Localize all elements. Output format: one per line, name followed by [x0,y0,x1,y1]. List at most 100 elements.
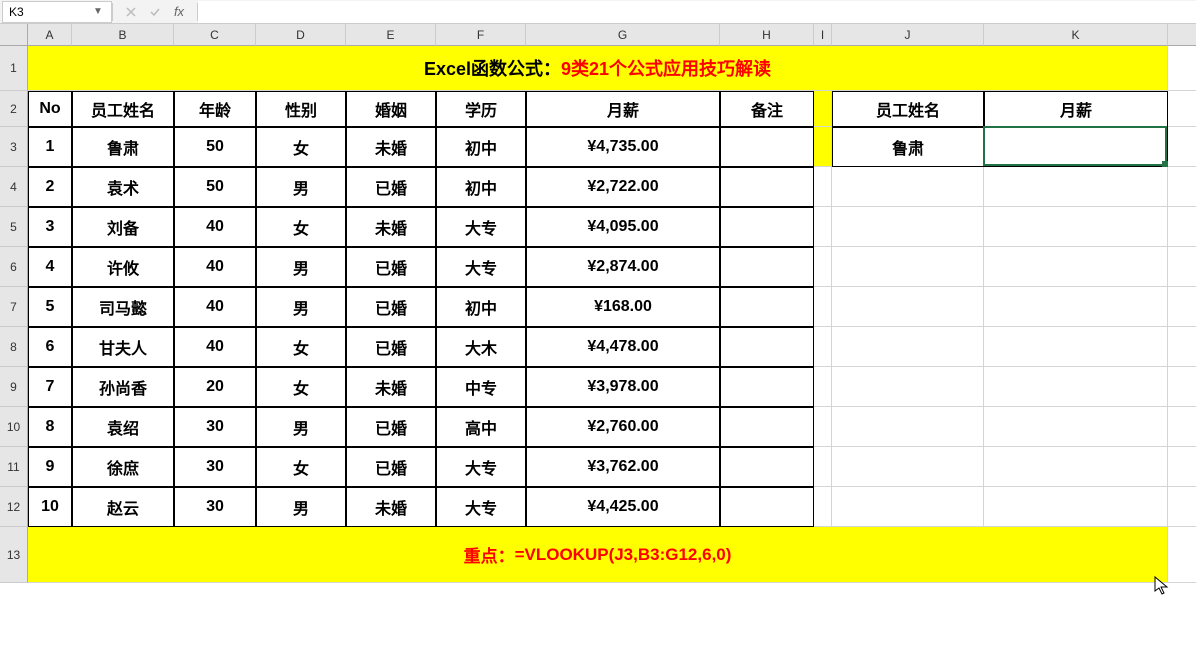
column-header[interactable]: H [720,24,814,46]
name-box-dropdown-icon[interactable]: ▼ [91,6,105,17]
data-cell[interactable]: 赵云 [72,487,174,527]
column-header[interactable]: B [72,24,174,46]
table-header-cell[interactable]: 员工姓名 [72,91,174,127]
data-cell[interactable]: 7 [28,367,72,407]
formula-input[interactable] [198,1,1196,23]
data-cell[interactable]: 男 [256,167,346,207]
data-cell[interactable]: ¥4,425.00 [526,487,720,527]
name-box[interactable]: K3 ▼ [2,1,112,23]
row-header[interactable]: 13 [0,527,28,583]
data-cell[interactable]: 2 [28,167,72,207]
empty-cell[interactable] [832,247,984,287]
data-cell[interactable]: ¥4,095.00 [526,207,720,247]
column-header[interactable]: C [174,24,256,46]
data-cell[interactable]: 50 [174,167,256,207]
data-cell[interactable]: 40 [174,287,256,327]
data-cell[interactable] [720,327,814,367]
spacer-cell[interactable] [814,247,832,287]
column-header[interactable]: A [28,24,72,46]
data-cell[interactable]: 女 [256,367,346,407]
empty-cell[interactable] [832,207,984,247]
column-header[interactable]: J [832,24,984,46]
empty-cell[interactable] [984,367,1168,407]
data-cell[interactable]: 9 [28,447,72,487]
data-cell[interactable]: 鲁肃 [72,127,174,167]
data-cell[interactable]: 8 [28,407,72,447]
data-cell[interactable] [720,287,814,327]
data-cell[interactable]: ¥2,722.00 [526,167,720,207]
spacer-cell[interactable] [814,367,832,407]
column-header[interactable]: E [346,24,436,46]
title-cell[interactable]: Excel函数公式：9类21个公式应用技巧解读 [28,46,1168,91]
spacer-cell[interactable] [814,127,832,167]
data-cell[interactable]: 大专 [436,207,526,247]
spacer-cell[interactable] [814,327,832,367]
spacer-cell[interactable] [814,287,832,327]
data-cell[interactable]: ¥3,762.00 [526,447,720,487]
data-cell[interactable]: 司马懿 [72,287,174,327]
cancel-icon[interactable] [123,4,139,20]
data-cell[interactable]: 已婚 [346,327,436,367]
row-header[interactable]: 8 [0,327,28,367]
data-cell[interactable]: 刘备 [72,207,174,247]
table-header-cell[interactable]: 年龄 [174,91,256,127]
data-cell[interactable]: 6 [28,327,72,367]
data-cell[interactable]: ¥2,874.00 [526,247,720,287]
table-header-cell[interactable]: 备注 [720,91,814,127]
column-header[interactable]: G [526,24,720,46]
data-cell[interactable]: 女 [256,327,346,367]
data-cell[interactable]: 女 [256,447,346,487]
empty-cell[interactable] [984,287,1168,327]
data-cell[interactable]: 10 [28,487,72,527]
data-cell[interactable] [720,487,814,527]
data-cell[interactable]: 男 [256,247,346,287]
column-header[interactable]: I [814,24,832,46]
data-cell[interactable]: 30 [174,487,256,527]
lookup-salary-cell[interactable] [984,127,1168,167]
data-cell[interactable] [720,167,814,207]
data-cell[interactable]: 男 [256,407,346,447]
table-header-cell[interactable]: No [28,91,72,127]
data-cell[interactable]: 初中 [436,287,526,327]
data-cell[interactable]: 已婚 [346,407,436,447]
empty-cell[interactable] [832,327,984,367]
data-cell[interactable]: 1 [28,127,72,167]
data-cell[interactable]: 30 [174,447,256,487]
table-header-cell[interactable]: 月薪 [526,91,720,127]
data-cell[interactable]: 初中 [436,167,526,207]
empty-cell[interactable] [984,447,1168,487]
empty-cell[interactable] [832,287,984,327]
lookup-header-cell[interactable]: 员工姓名 [832,91,984,127]
row-header[interactable]: 10 [0,407,28,447]
data-cell[interactable]: 未婚 [346,207,436,247]
data-cell[interactable]: 许攸 [72,247,174,287]
table-header-cell[interactable]: 学历 [436,91,526,127]
data-cell[interactable]: 3 [28,207,72,247]
data-cell[interactable]: 50 [174,127,256,167]
data-cell[interactable] [720,127,814,167]
empty-cell[interactable] [984,487,1168,527]
empty-cell[interactable] [984,327,1168,367]
data-cell[interactable] [720,207,814,247]
data-cell[interactable]: 初中 [436,127,526,167]
row-header[interactable]: 2 [0,91,28,127]
data-cell[interactable]: 已婚 [346,447,436,487]
footer-cell[interactable]: 重点：=VLOOKUP(J3,B3:G12,6,0) [28,527,1168,583]
data-cell[interactable]: 已婚 [346,287,436,327]
data-cell[interactable]: 未婚 [346,487,436,527]
data-cell[interactable]: ¥168.00 [526,287,720,327]
data-cell[interactable]: ¥4,735.00 [526,127,720,167]
empty-cell[interactable] [984,407,1168,447]
data-cell[interactable]: 高中 [436,407,526,447]
empty-cell[interactable] [832,447,984,487]
data-cell[interactable]: ¥4,478.00 [526,327,720,367]
row-header[interactable]: 1 [0,46,28,91]
data-cell[interactable]: 孙尚香 [72,367,174,407]
data-cell[interactable]: 甘夫人 [72,327,174,367]
empty-cell[interactable] [832,407,984,447]
data-cell[interactable]: 徐庶 [72,447,174,487]
spacer-cell[interactable] [814,167,832,207]
data-cell[interactable]: 女 [256,207,346,247]
empty-cell[interactable] [984,207,1168,247]
data-cell[interactable]: 男 [256,287,346,327]
